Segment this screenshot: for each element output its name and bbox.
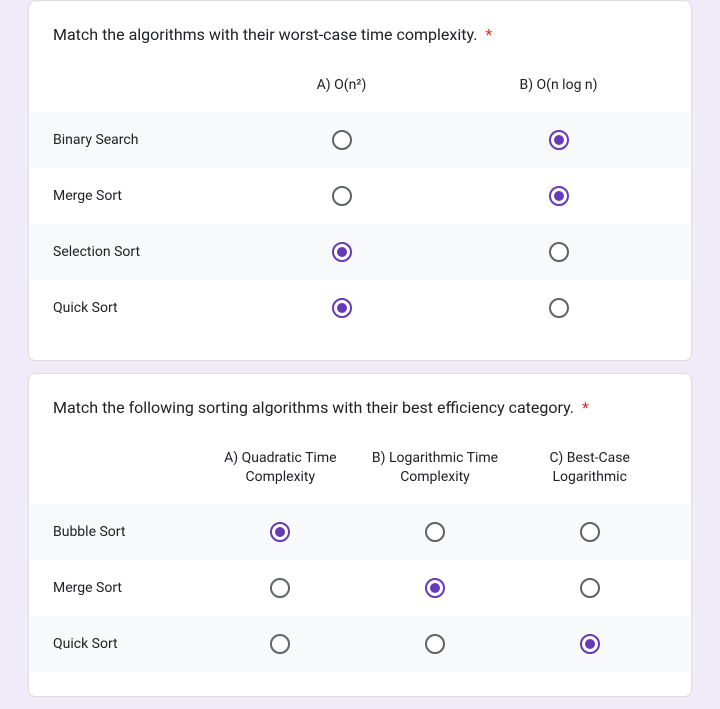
grid-header: A) O(n²) B) O(n log n): [29, 68, 691, 112]
radio-cell: [233, 242, 450, 262]
grid-body: Bubble Sort Merge Sort Quick Sort: [29, 504, 691, 672]
radio-cell: [450, 242, 667, 262]
radio-cell: [233, 186, 450, 206]
radio-cell: [203, 578, 358, 598]
row-label: Bubble Sort: [53, 524, 203, 540]
grid-row: Quick Sort: [29, 616, 691, 672]
required-indicator: *: [485, 25, 492, 44]
grid-row: Binary Search: [29, 112, 691, 168]
radio-option[interactable]: [425, 578, 445, 598]
row-label: Quick Sort: [53, 300, 233, 316]
row-label: Binary Search: [53, 132, 233, 148]
radio-grid: A) Quadratic Time Complexity B) Logarith…: [29, 441, 691, 672]
radio-option[interactable]: [549, 186, 569, 206]
radio-option[interactable]: [580, 634, 600, 654]
grid-body: Binary Search Merge Sort Selection Sort …: [29, 112, 691, 336]
question-text: Match the algorithms with their worst-ca…: [53, 25, 477, 44]
column-header: A) Quadratic Time Complexity: [203, 441, 358, 496]
column-header: A) O(n²): [233, 68, 450, 104]
grid-row: Quick Sort: [29, 280, 691, 336]
question-title: Match the following sorting algorithms w…: [53, 398, 667, 417]
radio-option[interactable]: [332, 130, 352, 150]
grid-row: Merge Sort: [29, 560, 691, 616]
header-spacer: [53, 441, 203, 496]
radio-option[interactable]: [332, 242, 352, 262]
radio-option[interactable]: [270, 578, 290, 598]
row-label: Quick Sort: [53, 636, 203, 652]
radio-option[interactable]: [580, 522, 600, 542]
radio-cell: [450, 298, 667, 318]
radio-cell: [358, 522, 513, 542]
radio-option[interactable]: [270, 634, 290, 654]
radio-option[interactable]: [549, 130, 569, 150]
radio-cell: [512, 578, 667, 598]
radio-option[interactable]: [549, 298, 569, 318]
radio-cell: [203, 522, 358, 542]
row-label: Selection Sort: [53, 244, 233, 260]
column-header: C) Best-Case Logarithmic: [512, 441, 667, 496]
radio-option[interactable]: [270, 522, 290, 542]
question-card: Match the algorithms with their worst-ca…: [28, 0, 692, 361]
required-indicator: *: [582, 398, 589, 417]
header-spacer: [53, 68, 233, 104]
radio-option[interactable]: [332, 298, 352, 318]
radio-grid: A) O(n²) B) O(n log n) Binary Search Mer…: [29, 68, 691, 336]
radio-option[interactable]: [332, 186, 352, 206]
row-label: Merge Sort: [53, 580, 203, 596]
question-card: Match the following sorting algorithms w…: [28, 373, 692, 697]
radio-option[interactable]: [580, 578, 600, 598]
grid-row: Selection Sort: [29, 224, 691, 280]
radio-cell: [233, 298, 450, 318]
grid-row: Merge Sort: [29, 168, 691, 224]
radio-cell: [450, 186, 667, 206]
question-title: Match the algorithms with their worst-ca…: [53, 25, 667, 44]
question-text: Match the following sorting algorithms w…: [53, 398, 574, 417]
radio-cell: [233, 130, 450, 150]
column-header: B) O(n log n): [450, 68, 667, 104]
row-label: Merge Sort: [53, 188, 233, 204]
radio-cell: [358, 634, 513, 654]
grid-header: A) Quadratic Time Complexity B) Logarith…: [29, 441, 691, 504]
radio-option[interactable]: [425, 522, 445, 542]
radio-cell: [512, 522, 667, 542]
radio-cell: [450, 130, 667, 150]
radio-cell: [203, 634, 358, 654]
radio-option[interactable]: [425, 634, 445, 654]
grid-row: Bubble Sort: [29, 504, 691, 560]
radio-cell: [512, 634, 667, 654]
radio-cell: [358, 578, 513, 598]
radio-option[interactable]: [549, 242, 569, 262]
column-header: B) Logarithmic Time Complexity: [358, 441, 513, 496]
